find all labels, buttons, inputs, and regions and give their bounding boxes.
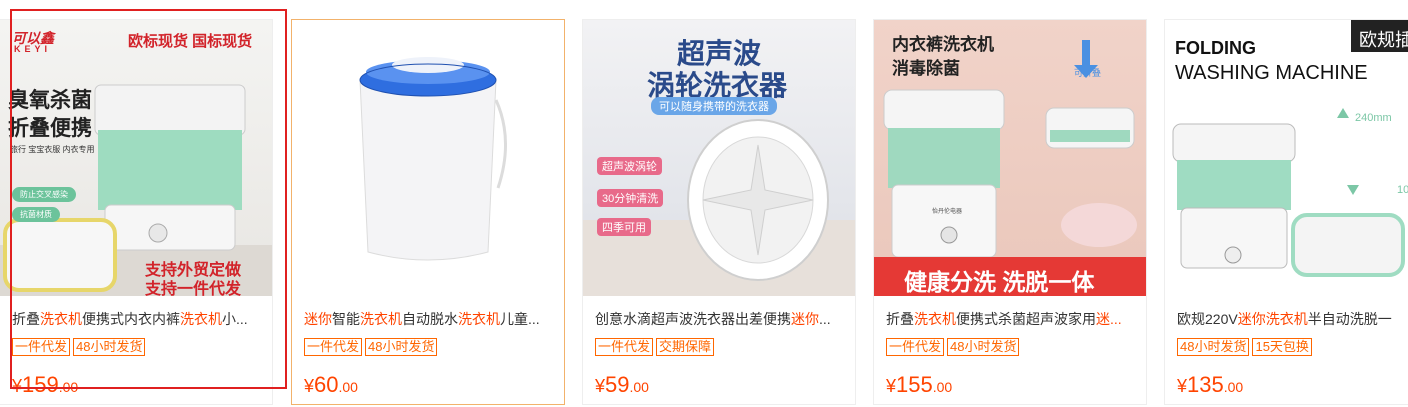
title-text: 儿童... bbox=[500, 311, 540, 327]
product-card[interactable]: FOLDING WASHING MACHINE 欧规插 240mm 10 欧规2… bbox=[1164, 19, 1408, 405]
product-image[interactable] bbox=[292, 20, 564, 296]
corner-badge: 欧规插 bbox=[1359, 30, 1408, 50]
title-keyword: 迷你 bbox=[304, 311, 332, 327]
title-keyword: 迷... bbox=[1096, 311, 1122, 327]
promo-line: WASHING MACHINE bbox=[1175, 62, 1368, 84]
product-title[interactable]: 欧规220V迷你洗衣机半自动洗脱一 bbox=[1177, 310, 1408, 328]
title-keyword: 迷你 bbox=[1237, 311, 1266, 327]
service-tag: 15天包换 bbox=[1252, 338, 1312, 356]
product-image[interactable]: 超声波 涡轮洗衣器 可以随身携带的洗衣器 超声波涡轮 30分钟清洗 四季可用 bbox=[583, 20, 855, 296]
product-title[interactable]: 迷你智能洗衣机自动脱水洗衣机儿童... bbox=[304, 310, 556, 328]
product-card[interactable]: 迷你智能洗衣机自动脱水洗衣机儿童... 一件代发 48小时发货 ¥60.00 bbox=[291, 19, 565, 405]
service-tag: 一件代发 bbox=[886, 338, 945, 356]
product-image[interactable]: FOLDING WASHING MACHINE 欧规插 240mm 10 bbox=[1165, 20, 1408, 296]
feature-chip: 30分钟清洗 bbox=[597, 189, 664, 207]
service-tag: 48小时发货 bbox=[947, 338, 1020, 356]
product-price: ¥59.00 bbox=[595, 372, 649, 397]
title-text: 欧规220V bbox=[1177, 311, 1238, 327]
product-tags: 一件代发 48小时发货 bbox=[304, 338, 438, 356]
title-keyword: 洗衣机 bbox=[914, 311, 956, 327]
title-text: 折叠 bbox=[886, 311, 914, 327]
feature-chip: 四季可用 bbox=[597, 218, 651, 236]
product-price: ¥60.00 bbox=[304, 372, 358, 397]
product-tags: 一件代发 交期保障 bbox=[595, 338, 715, 356]
product-price: ¥155.00 bbox=[886, 372, 953, 397]
title-text: 智能 bbox=[332, 311, 360, 327]
title-text: 便携式杀菌超声波家用 bbox=[956, 311, 1096, 327]
twin-tub-washer-illustration bbox=[359, 57, 507, 261]
title-keyword: 洗衣机 bbox=[1265, 311, 1308, 327]
promo-line: FOLDING bbox=[1175, 38, 1256, 58]
service-tag: 一件代发 bbox=[304, 338, 363, 356]
product-tags: 一件代发 48小时发货 bbox=[886, 338, 1020, 356]
brand-label: 怡丹伦电器 bbox=[932, 209, 963, 215]
product-card[interactable]: 内衣裤洗衣机 消毒除菌 可折叠 怡丹伦电器 健康分洗 洗脱一体 折叠洗衣机便携式… bbox=[873, 19, 1147, 405]
product-price: ¥135.00 bbox=[1177, 372, 1244, 397]
sub-banner: 可以随身携带的洗衣器 bbox=[651, 97, 777, 115]
promo-line: 内衣裤洗衣机 bbox=[892, 35, 994, 54]
title-text: ... bbox=[819, 311, 831, 327]
product-tags: 48小时发货 15天包换 bbox=[1177, 338, 1312, 356]
product-image[interactable]: 内衣裤洗衣机 消毒除菌 可折叠 怡丹伦电器 健康分洗 洗脱一体 bbox=[874, 20, 1146, 296]
dimension-label: 240mm bbox=[1355, 112, 1392, 124]
product-title[interactable]: 折叠洗衣机便携式杀菌超声波家用迷... bbox=[886, 310, 1138, 328]
promo-line: 消毒除菌 bbox=[892, 59, 960, 78]
title-text: 创意水滴超声波洗衣器出差便携 bbox=[595, 311, 791, 327]
selection-highlight bbox=[10, 9, 287, 389]
service-tag: 48小时发货 bbox=[1177, 338, 1250, 356]
title-text: 半自动洗脱一 bbox=[1307, 311, 1392, 327]
feature-chip: 超声波涡轮 bbox=[597, 157, 662, 175]
service-tag: 48小时发货 bbox=[365, 338, 438, 356]
title-keyword: 迷你 bbox=[791, 311, 819, 327]
title-keyword: 洗衣机 bbox=[458, 311, 500, 327]
service-tag: 交期保障 bbox=[656, 338, 715, 356]
dimension-label: 10 bbox=[1397, 184, 1408, 196]
service-tag: 一件代发 bbox=[595, 338, 654, 356]
promo-bottom: 健康分洗 洗脱一体 bbox=[904, 269, 1095, 295]
fold-label: 可折叠 bbox=[1074, 68, 1102, 78]
product-card[interactable]: 超声波 涡轮洗衣器 可以随身携带的洗衣器 超声波涡轮 30分钟清洗 四季可用 创… bbox=[582, 19, 856, 405]
product-title[interactable]: 创意水滴超声波洗衣器出差便携迷你... bbox=[595, 310, 847, 328]
title-text: 自动脱水 bbox=[402, 311, 458, 327]
title-keyword: 洗衣机 bbox=[360, 311, 402, 327]
